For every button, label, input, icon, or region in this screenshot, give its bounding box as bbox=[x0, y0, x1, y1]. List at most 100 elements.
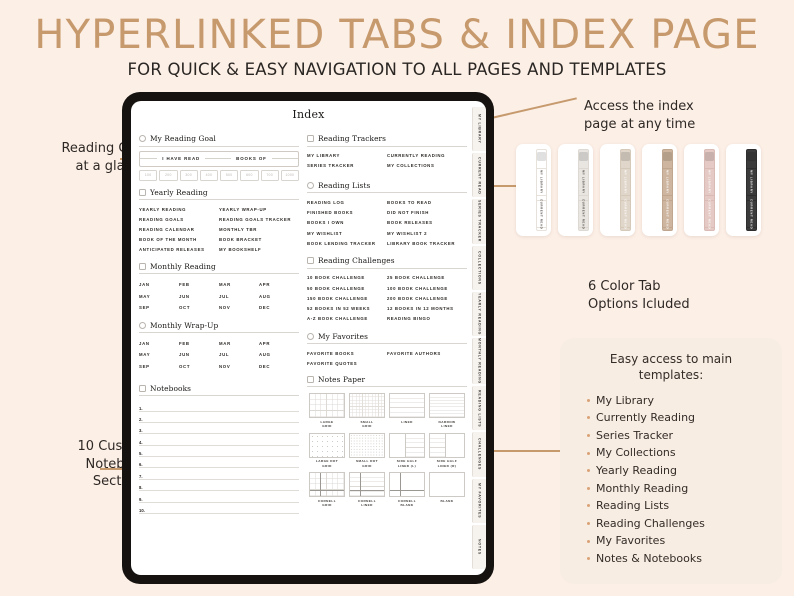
month-link[interactable]: JUL bbox=[219, 290, 259, 302]
index-link[interactable]: READING CALENDAR bbox=[139, 224, 219, 234]
swatch-tab-my-library[interactable]: MY LIBRARY bbox=[620, 168, 631, 196]
index-link[interactable]: READING GOALS bbox=[139, 214, 219, 224]
swatch-tab-my-library[interactable]: MY LIBRARY bbox=[536, 168, 547, 196]
notebook-row[interactable]: 10. bbox=[139, 503, 299, 515]
side-tab-reading-lists[interactable]: READING LISTS bbox=[472, 386, 486, 431]
index-link[interactable]: 200 BOOK CHALLENGE bbox=[387, 293, 467, 303]
month-link[interactable]: APR bbox=[259, 278, 299, 290]
side-tab-series-tracker[interactable]: SERIES TRACKER bbox=[472, 199, 486, 244]
index-link[interactable]: MY LIBRARY bbox=[307, 151, 387, 161]
side-tab-my-library[interactable]: MY LIBRARY bbox=[472, 107, 486, 152]
index-link[interactable]: BOOK OF THE MONTH bbox=[139, 235, 219, 245]
index-link[interactable]: BOOK LENDING TRACKER bbox=[307, 238, 387, 248]
swatch-tab-my-library[interactable]: MY LIBRARY bbox=[662, 168, 673, 196]
index-link[interactable]: 12 BOOKS IN 12 MONTHS bbox=[387, 303, 467, 313]
month-link[interactable]: MAR bbox=[219, 337, 259, 349]
index-link[interactable]: MY COLLECTIONS bbox=[387, 161, 467, 171]
swatch-tab-current-read[interactable]: CURRENT READ bbox=[662, 199, 673, 229]
swatch-tab-current-read[interactable]: CURRENT READ bbox=[746, 199, 757, 229]
index-link[interactable]: 150 BOOK CHALLENGE bbox=[307, 293, 387, 303]
month-link[interactable]: JUN bbox=[179, 290, 219, 302]
month-link[interactable]: JAN bbox=[139, 337, 179, 349]
notes-paper-item[interactable]: SIDE HALF LINED (L) bbox=[387, 431, 427, 470]
index-link[interactable]: BOOK RELEASES bbox=[387, 218, 467, 228]
month-link[interactable]: MAY bbox=[139, 349, 179, 361]
index-link[interactable]: BOOK BRACKET bbox=[219, 235, 299, 245]
color-swatch-light-gray[interactable]: MY LIBRARY CURRENT READ bbox=[558, 144, 593, 236]
reading-goal-box[interactable]: 100 bbox=[139, 169, 158, 181]
index-link[interactable]: FINISHED BOOKS bbox=[307, 208, 387, 218]
index-link[interactable]: YEARLY READING bbox=[139, 204, 219, 214]
index-link[interactable]: 100 BOOK CHALLENGE bbox=[387, 283, 467, 293]
swatch-tab-current-read[interactable]: CURRENT READ bbox=[536, 199, 547, 229]
index-link[interactable]: MONTHLY TBR bbox=[219, 224, 299, 234]
notebook-row[interactable]: 6. bbox=[139, 457, 299, 469]
swatch-tab-current-read[interactable]: CURRENT READ bbox=[620, 199, 631, 229]
month-link[interactable]: NOV bbox=[219, 361, 259, 373]
index-link[interactable]: BOOKS TO READ bbox=[387, 197, 467, 207]
index-link[interactable]: YEARLY WRAP-UP bbox=[219, 204, 299, 214]
notes-paper-item[interactable]: CORNELL LINED bbox=[347, 470, 387, 509]
side-tab-current-read[interactable]: CURRENT READ bbox=[472, 153, 486, 198]
month-link[interactable]: APR bbox=[259, 337, 299, 349]
month-link[interactable]: DEC bbox=[259, 361, 299, 373]
month-link[interactable]: AUG bbox=[259, 349, 299, 361]
reading-goal-bar[interactable]: I HAVE READ BOOKS OF bbox=[139, 150, 299, 167]
notebook-row[interactable]: 4. bbox=[139, 434, 299, 446]
index-link[interactable]: MY BOOKSHELF bbox=[219, 245, 299, 255]
month-link[interactable]: MAY bbox=[139, 290, 179, 302]
reading-goal-box[interactable]: 500 bbox=[220, 169, 239, 181]
month-link[interactable]: SEP bbox=[139, 361, 179, 373]
notes-paper-item[interactable]: LARGE DOT GRID bbox=[307, 431, 347, 470]
index-link[interactable]: 10 BOOK CHALLENGE bbox=[307, 273, 387, 283]
side-tab-monthly-reading[interactable]: MONTHLY READING bbox=[472, 338, 486, 385]
index-link[interactable]: MY WISHLIST 2 bbox=[387, 228, 467, 238]
index-link[interactable]: READING GOALS TRACKER bbox=[219, 214, 299, 224]
index-link[interactable]: 25 BOOK CHALLENGE bbox=[387, 273, 467, 283]
side-tab-my-favorites[interactable]: MY FAVORITES bbox=[472, 478, 486, 523]
index-link[interactable]: ANTICIPATED RELEASES bbox=[139, 245, 219, 255]
month-link[interactable]: JUN bbox=[179, 349, 219, 361]
swatch-tab-current-read[interactable]: CURRENT READ bbox=[704, 199, 715, 229]
reading-goal-box[interactable]: 200 bbox=[159, 169, 178, 181]
swatch-tab-current-read[interactable]: CURRENT READ bbox=[578, 199, 589, 229]
index-link[interactable]: FAVORITE AUTHORS bbox=[387, 348, 467, 358]
month-link[interactable]: OCT bbox=[179, 302, 219, 314]
notes-paper-item[interactable]: NARROW LINED bbox=[427, 391, 467, 430]
side-tab-collections[interactable]: COLLECTIONS bbox=[472, 245, 486, 290]
notebook-row[interactable]: 1. bbox=[139, 400, 299, 412]
notes-paper-item[interactable]: LARGE GRID bbox=[307, 391, 347, 430]
notes-paper-item[interactable]: SMALL GRID bbox=[347, 391, 387, 430]
reading-goal-box[interactable]: 600 bbox=[240, 169, 259, 181]
reading-goal-box[interactable]: 400 bbox=[199, 169, 218, 181]
month-link[interactable]: JAN bbox=[139, 278, 179, 290]
notebook-row[interactable]: 3. bbox=[139, 423, 299, 435]
notebook-row[interactable]: 2. bbox=[139, 412, 299, 423]
notes-paper-item[interactable]: SMALL DOT GRID bbox=[347, 431, 387, 470]
month-link[interactable]: SEP bbox=[139, 302, 179, 314]
reading-goal-box[interactable]: 1000 bbox=[280, 169, 299, 181]
color-swatch-beige[interactable]: MY LIBRARY CURRENT READ bbox=[600, 144, 635, 236]
month-link[interactable]: NOV bbox=[219, 302, 259, 314]
month-link[interactable]: MAR bbox=[219, 278, 259, 290]
index-link[interactable]: READING LOG bbox=[307, 197, 387, 207]
reading-goal-box[interactable]: 300 bbox=[179, 169, 198, 181]
side-tab-yearly-reading[interactable]: YEARLY READING bbox=[472, 291, 486, 337]
reading-goal-box[interactable]: 700 bbox=[260, 169, 279, 181]
notes-paper-item[interactable]: LINED bbox=[387, 391, 427, 430]
index-link[interactable]: 52 BOOKS IN 52 WEEKS bbox=[307, 303, 387, 313]
month-link[interactable]: JUL bbox=[219, 349, 259, 361]
index-link[interactable]: A-Z BOOK CHALLENGE bbox=[307, 314, 387, 324]
swatch-tab-my-library[interactable]: MY LIBRARY bbox=[578, 168, 589, 196]
index-link[interactable]: FAVORITE BOOKS bbox=[307, 348, 387, 358]
month-link[interactable]: OCT bbox=[179, 361, 219, 373]
index-link[interactable]: MY WISHLIST bbox=[307, 228, 387, 238]
month-link[interactable]: DEC bbox=[259, 302, 299, 314]
notes-paper-item[interactable]: CORNELL BLANK bbox=[387, 470, 427, 509]
index-link[interactable]: DID NOT FINISH bbox=[387, 208, 467, 218]
color-swatch-tan[interactable]: MY LIBRARY CURRENT READ bbox=[642, 144, 677, 236]
notebook-row[interactable]: 8. bbox=[139, 480, 299, 492]
index-link[interactable]: SERIES TRACKER bbox=[307, 161, 387, 171]
notes-paper-item[interactable]: BLANK bbox=[427, 470, 467, 509]
swatch-tab-my-library[interactable]: MY LIBRARY bbox=[746, 168, 757, 196]
